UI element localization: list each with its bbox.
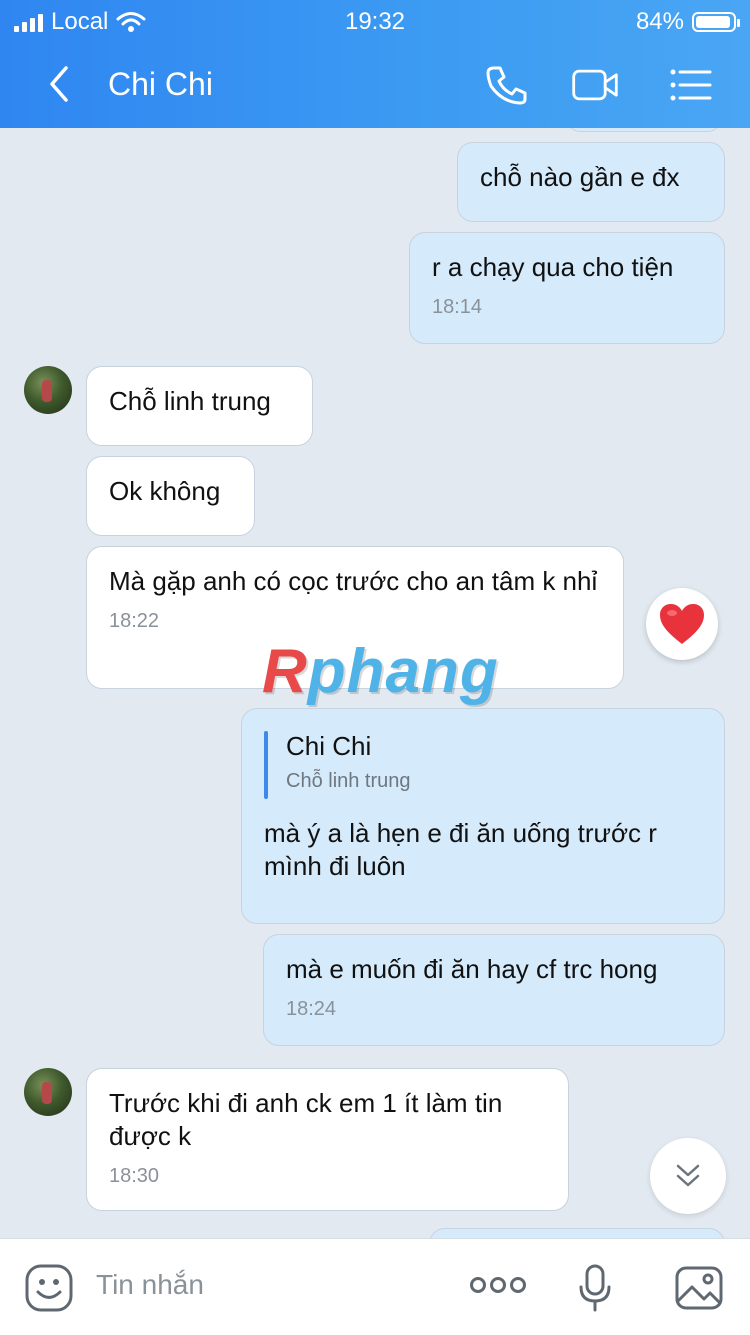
emoji-icon[interactable] [24,1263,74,1313]
avatar[interactable] [24,1068,72,1116]
message-bubble-outgoing[interactable]: chỗ nào gần e đx [457,142,725,222]
message-text: chỗ nào gần e đx [480,162,680,192]
contact-name[interactable]: Chi Chi [108,66,213,103]
message-time: 18:30 [109,1165,160,1187]
message-composer: Tin nhắn [0,1238,750,1335]
message-text: r a chạy qua cho tiện [432,252,674,282]
message-bubble-incoming[interactable]: Ok không [86,456,255,536]
battery-icon [692,12,740,32]
message-bubble-outgoing[interactable]: r a chạy qua cho tiện 18:14 [409,232,725,344]
message-text: Chỗ linh trung [109,386,271,416]
battery-percent: 84% [635,8,684,35]
heart-icon [660,604,704,644]
quote-text: Chỗ linh trung [286,770,411,792]
message-bubble-incoming[interactable]: Trước khi đi anh ck em 1 ít làm tin được… [86,1068,569,1211]
scroll-to-bottom-button[interactable] [650,1138,726,1214]
message-text: mà e muốn đi ăn hay cf trc hong [286,954,658,984]
message-text: Ok không [109,476,221,506]
message-text: Mà gặp anh có cọc trước cho an tâm k nhỉ [109,566,598,596]
message-bubble-incoming[interactable]: Chỗ linh trung [86,366,313,446]
message-bubble-outgoing-reply[interactable]: Chi Chi Chỗ linh trung mà ý a là hẹn e đ… [241,708,725,924]
video-call-icon[interactable] [570,62,620,108]
message-bubble-partial[interactable] [565,128,723,132]
double-chevron-down-icon [676,1164,700,1187]
watermark-logo: Rphang [262,637,499,706]
message-text: mà ý a là hẹn e đi ăn uống trước r mình … [264,818,657,881]
phone-icon[interactable] [482,62,532,108]
message-input[interactable]: Tin nhắn [96,1269,204,1301]
message-bubble-outgoing[interactable]: mà e muốn đi ăn hay cf trc hong 18:24 [263,934,725,1046]
message-text: Trước khi đi anh ck em 1 ít làm tin được… [109,1088,503,1151]
chat-header: Local 19:32 84% Chi Chi [0,0,750,128]
image-icon[interactable] [674,1263,724,1313]
quote-author: Chi Chi [286,731,372,761]
microphone-icon[interactable] [578,1263,612,1313]
status-bar: Local 19:32 84% [0,0,750,40]
message-bubble-partial[interactable] [429,1228,725,1238]
message-time: 18:24 [286,998,337,1020]
message-list[interactable]: chỗ nào gần e đx r a chạy qua cho tiện 1… [0,128,750,1238]
message-time: 18:22 [109,610,160,632]
quote-bar [264,731,268,799]
more-dots-icon[interactable] [470,1275,526,1295]
message-time: 18:14 [432,296,483,318]
nav-bar: Chi Chi [0,50,750,120]
reaction-button[interactable] [646,588,718,660]
avatar[interactable] [24,366,72,414]
back-chevron-icon[interactable] [40,62,80,106]
menu-list-icon[interactable] [666,62,716,108]
